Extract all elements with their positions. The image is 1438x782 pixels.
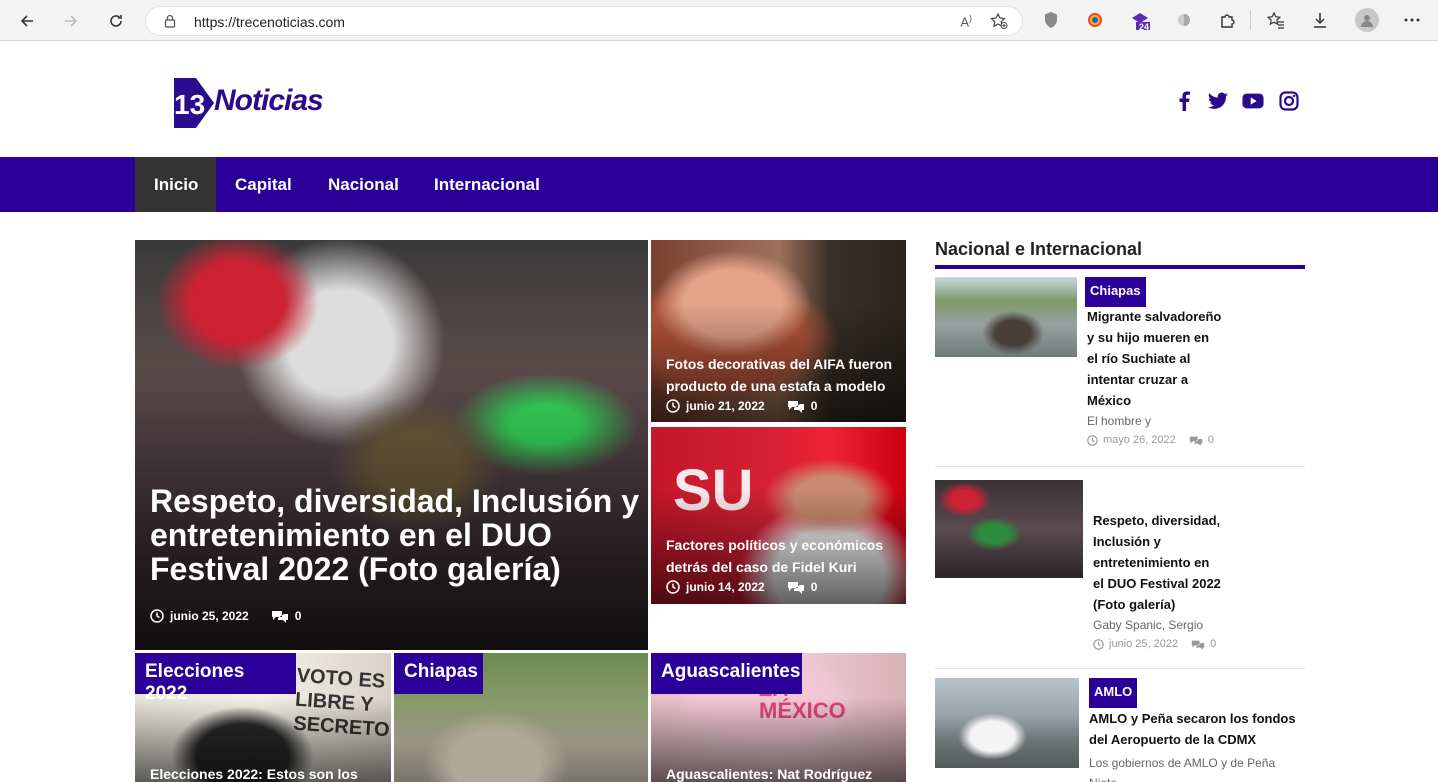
sidebar-article-1[interactable]: Chiapas Migrante salvadoreño y su hijo m… <box>935 277 1305 467</box>
featured-top-right-title[interactable]: Fotos decorativas del AIFA fueron produc… <box>666 353 896 397</box>
sidebar-article-2-excerpt: Gaby Spanic, Sergio <box>1093 618 1204 632</box>
sidebar-article-2-meta: junio 25, 2022 0 <box>1093 638 1216 650</box>
featured-main-date: junio 25, 2022 <box>170 609 249 623</box>
nav-item-internacional[interactable]: Internacional <box>415 157 559 212</box>
extension-gray-icon[interactable] <box>1174 10 1194 30</box>
clock-icon <box>666 580 680 594</box>
favorites-icon[interactable] <box>1266 10 1286 30</box>
sidebar-article-1-excerpt: El hombre y <box>1087 414 1152 428</box>
extension-color-icon[interactable] <box>1085 10 1105 30</box>
featured-main-title[interactable]: Respeto, diversidad, Inclusión y entrete… <box>150 484 640 586</box>
featured-mid-right-date: junio 14, 2022 <box>686 580 765 594</box>
facebook-icon[interactable] <box>1173 90 1195 112</box>
featured-top-right-article[interactable]: Fotos decorativas del AIFA fueron produc… <box>651 240 906 422</box>
sidebar-title-bar <box>935 265 1305 269</box>
address-bar[interactable]: https://trecenoticias.com A) <box>145 6 1023 36</box>
logo-number: 13 <box>174 89 205 120</box>
browser-toolbar: https://trecenoticias.com A) 24 <box>0 0 1438 41</box>
clock-icon <box>1087 434 1098 446</box>
logo-text: Noticias <box>214 84 324 117</box>
comments-icon <box>787 582 804 594</box>
clock-icon <box>666 399 680 413</box>
url-text: https://trecenoticias.com <box>194 14 345 30</box>
category-badge-elecciones[interactable]: Elecciones 2022 <box>135 653 296 704</box>
sidebar-divider <box>935 668 1305 669</box>
shield-icon[interactable] <box>1041 10 1061 30</box>
comments-icon <box>1191 640 1205 650</box>
bottom-article-chiapas[interactable]: Chiapas <box>394 653 648 782</box>
bottom-article-elecciones-title[interactable]: Elecciones 2022: Estos son los <box>150 766 380 782</box>
favorite-add-icon[interactable] <box>990 12 1008 35</box>
sidebar-article-2-title[interactable]: Respeto, diversidad, Inclusión y entrete… <box>1093 510 1223 615</box>
site-header: 13 Noticias <box>0 41 1438 157</box>
instagram-icon[interactable] <box>1278 90 1300 112</box>
back-icon[interactable] <box>14 8 40 34</box>
youtube-icon[interactable] <box>1242 90 1264 112</box>
sidebar-article-1-thumb[interactable] <box>935 277 1077 357</box>
sidebar-article-1-title[interactable]: Migrante salvadoreño y su hijo mueren en… <box>1087 306 1222 411</box>
puzzle-icon[interactable] <box>1218 10 1238 30</box>
comments-icon <box>787 401 804 413</box>
featured-main-comments: 0 <box>294 609 302 623</box>
sidebar-article-3[interactable]: AMLO AMLO y Peña secaron los fondos del … <box>935 678 1305 782</box>
featured-top-right-date: junio 21, 2022 <box>686 399 765 413</box>
featured-top-right-meta: junio 21, 2022 0 <box>666 399 817 413</box>
more-menu-icon[interactable] <box>1402 10 1422 30</box>
bottom-article-aguascalientes[interactable]: ZAMÉXICO Aguascalientes Aguascalientes: … <box>651 653 906 782</box>
sidebar-article-2-comments: 0 <box>1210 638 1217 650</box>
nav-item-capital[interactable]: Capital <box>216 157 311 212</box>
featured-main-meta: junio 25, 2022 0 <box>150 609 301 623</box>
reload-icon[interactable] <box>103 8 129 34</box>
sidebar-article-2-thumb[interactable] <box>935 480 1083 578</box>
extension-badge-count: 24 <box>1139 22 1150 32</box>
sidebar-article-3-badge[interactable]: AMLO <box>1089 678 1138 708</box>
sidebar-article-3-excerpt: Los gobiernos de AMLO y de Peña Nieto <box>1089 756 1276 782</box>
site-logo[interactable]: 13 Noticias <box>170 74 335 132</box>
clock-icon <box>1093 638 1104 650</box>
comments-icon <box>271 611 288 623</box>
category-badge-aguascalientes[interactable]: Aguascalientes <box>651 653 802 694</box>
sidebar-article-1-meta: mayo 26, 2022 0 <box>1087 434 1214 446</box>
bottom-article-aguascalientes-title[interactable]: Aguascalientes: Nat Rodríguez <box>666 766 896 782</box>
sidebar-title: Nacional e Internacional <box>935 239 1143 259</box>
sidebar-article-1-badge[interactable]: Chiapas <box>1085 277 1146 307</box>
bottom-article-elecciones[interactable]: VOTO ESLIBRE YSECRETO Elecciones 2022 El… <box>135 653 391 782</box>
featured-mid-right-comments: 0 <box>810 580 818 594</box>
sidebar-article-2-date: junio 25, 2022 <box>1109 638 1179 650</box>
main-navigation: Inicio Capital Nacional Internacional <box>0 157 1438 212</box>
profile-avatar-icon[interactable] <box>1355 8 1379 32</box>
read-aloud-icon[interactable]: A) <box>960 13 972 29</box>
lock-icon <box>164 14 176 33</box>
nav-item-nacional[interactable]: Nacional <box>309 157 418 212</box>
sidebar-divider <box>935 466 1305 467</box>
featured-mid-right-article[interactable]: SU Factores políticos y económicos detrá… <box>651 427 906 604</box>
sidebar-article-1-date: mayo 26, 2022 <box>1103 434 1176 446</box>
comments-icon <box>1189 436 1203 446</box>
sidebar-article-3-thumb[interactable] <box>935 678 1079 768</box>
nav-item-inicio[interactable]: Inicio <box>135 157 216 212</box>
featured-top-right-comments: 0 <box>810 399 818 413</box>
forward-icon[interactable] <box>58 8 84 34</box>
logo-mark-icon: 13 <box>174 78 214 128</box>
toolbar-separator <box>1250 10 1251 30</box>
sidebar-article-3-title[interactable]: AMLO y Peña secaron los fondos del Aerop… <box>1089 708 1305 750</box>
featured-mid-right-title[interactable]: Factores políticos y económicos detrás d… <box>666 534 896 578</box>
sidebar-article-2[interactable]: Respeto, diversidad, Inclusión y entrete… <box>935 480 1305 669</box>
featured-mid-right-meta: junio 14, 2022 0 <box>666 580 817 594</box>
featured-main-overlay <box>135 240 648 650</box>
clock-icon <box>150 609 164 623</box>
extension-badge-icon[interactable]: 24 <box>1130 10 1150 32</box>
twitter-icon[interactable] <box>1207 90 1229 112</box>
category-badge-chiapas[interactable]: Chiapas <box>394 653 483 694</box>
download-icon[interactable] <box>1310 10 1330 30</box>
featured-main-article[interactable]: Respeto, diversidad, Inclusión y entrete… <box>135 240 648 650</box>
sidebar-article-1-comments: 0 <box>1207 434 1214 446</box>
